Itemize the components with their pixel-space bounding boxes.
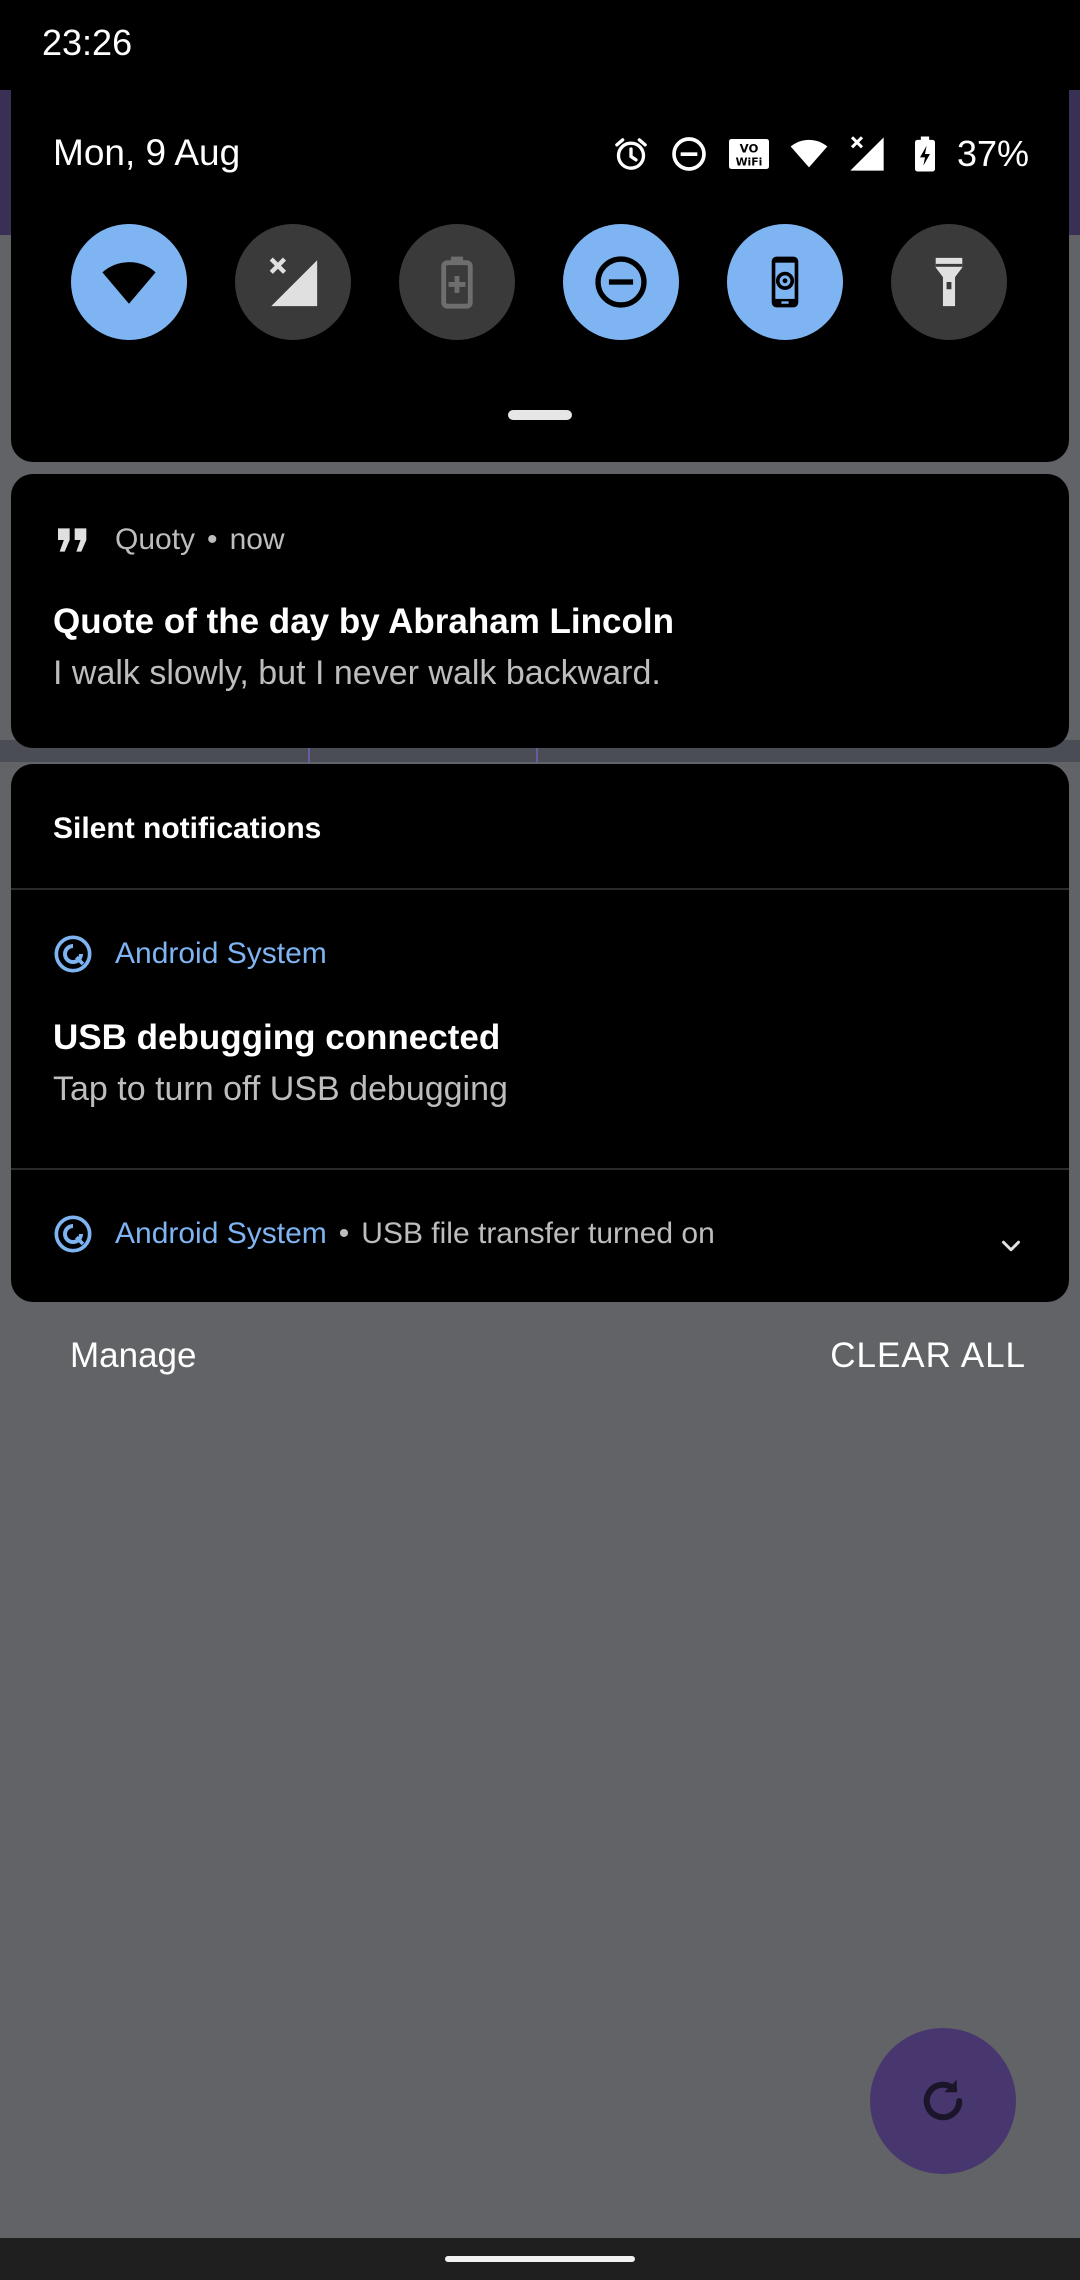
notification-title: USB debugging connected <box>53 1018 501 1057</box>
wifi-icon <box>102 262 156 304</box>
status-bar: 23:26 <box>0 0 1080 90</box>
chevron-down-icon[interactable] <box>993 1228 1029 1264</box>
battery-charging-icon <box>903 132 947 176</box>
divider <box>11 888 1069 890</box>
battery-saver-icon <box>441 256 473 309</box>
home-gesture-handle[interactable] <box>445 2256 635 2262</box>
notification-title: Quote of the day by Abraham Lincoln <box>53 602 674 641</box>
alarm-icon <box>609 132 653 176</box>
do-not-disturb-icon <box>667 132 711 176</box>
notification-app-name: Quoty <box>115 523 196 556</box>
clear-all-button[interactable]: CLEAR ALL <box>830 1336 1026 1376</box>
svg-text:VO: VO <box>740 141 759 155</box>
flashlight-icon <box>935 257 963 307</box>
svg-text:WiFi: WiFi <box>736 156 763 169</box>
silent-notifications-group: Silent notifications Android System USB … <box>11 764 1069 1302</box>
manage-button[interactable]: Manage <box>70 1336 196 1376</box>
signal-no-service-icon <box>845 132 889 176</box>
wifi-icon <box>787 132 831 176</box>
notification-time: now <box>229 523 285 556</box>
notification-summary: USB file transfer turned on <box>361 1217 715 1250</box>
android-system-icon <box>53 934 93 974</box>
battery-percent: 37% <box>956 133 1029 174</box>
qs-tile-flashlight[interactable] <box>891 224 1007 340</box>
qs-status-icons: VO WiFi 37% <box>609 128 1029 180</box>
android-system-icon <box>53 1214 93 1254</box>
qs-tile-battery-saver[interactable] <box>399 224 515 340</box>
do-not-disturb-icon <box>595 256 647 308</box>
status-time: 23:26 <box>42 22 133 63</box>
notification-app-name: Android System <box>115 1217 327 1250</box>
notification-text: Tap to turn off USB debugging <box>53 1070 508 1108</box>
notification-text: I walk slowly, but I never walk backward… <box>53 654 661 692</box>
qs-tile-wifi[interactable] <box>71 224 187 340</box>
refresh-icon <box>923 2079 963 2121</box>
qs-tiles <box>71 224 1021 340</box>
mobile-data-off-icon <box>269 257 318 307</box>
refresh-fab[interactable] <box>870 2028 1016 2174</box>
separator-dot: • <box>338 1217 350 1250</box>
vowifi-icon: VO WiFi <box>725 132 773 176</box>
notification-header: Android System <box>53 934 327 974</box>
notification-app-name: Android System <box>115 937 327 970</box>
navigation-bar <box>0 2238 1080 2280</box>
notification-header: Quoty • now <box>53 520 285 560</box>
quote-icon <box>53 520 93 560</box>
notification-header: Android System • USB file transfer turne… <box>53 1214 715 1254</box>
separator-dot: • <box>207 523 218 556</box>
screen-rotate-icon <box>771 256 799 308</box>
qs-expand-handle[interactable] <box>508 410 572 420</box>
qs-date[interactable]: Mon, 9 Aug <box>53 132 240 174</box>
qs-tile-auto-rotate[interactable] <box>727 224 843 340</box>
notification-quoty[interactable]: Quoty • now Quote of the day by Abraham … <box>11 474 1069 748</box>
qs-tile-do-not-disturb[interactable] <box>563 224 679 340</box>
qs-tile-mobile-data[interactable] <box>235 224 351 340</box>
silent-notifications-title: Silent notifications <box>53 812 322 845</box>
divider <box>11 1168 1069 1170</box>
quick-settings-panel: Mon, 9 Aug VO WiFi 37% <box>11 82 1069 462</box>
